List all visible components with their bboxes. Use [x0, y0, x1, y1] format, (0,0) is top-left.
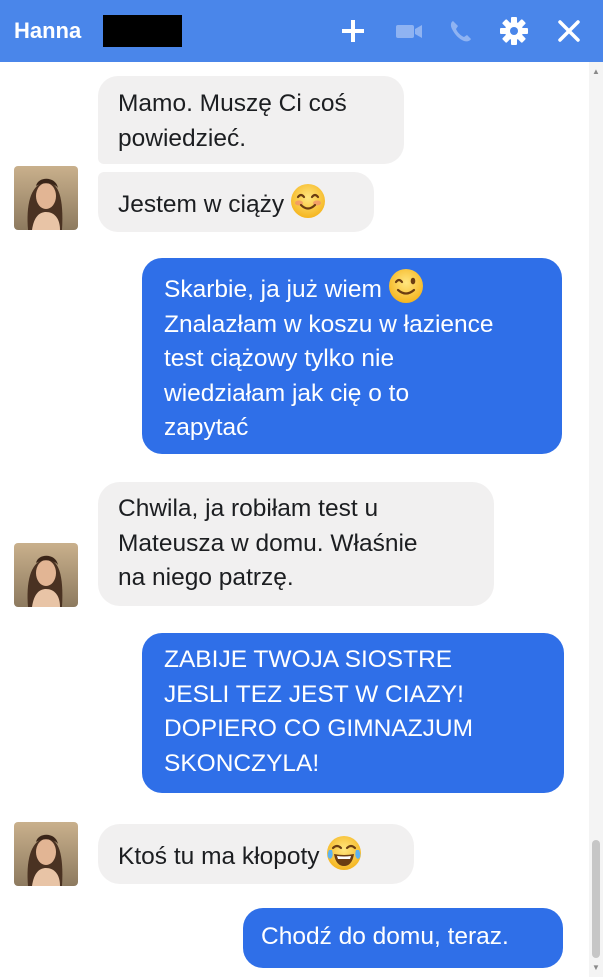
contact-name[interactable]: Hanna — [14, 16, 81, 46]
message-text-line: powiedzieć. — [118, 124, 247, 152]
chat-header: Hanna — [0, 0, 603, 62]
smiling-face-emoji — [291, 184, 326, 218]
avatar[interactable] — [14, 166, 78, 230]
message-text-line: JESLI TEZ JEST W CIAZY! — [164, 680, 464, 708]
avatar[interactable] — [14, 543, 78, 607]
message-bubble[interactable]: Skarbie, ja już wiem Znalazłam w koszu w… — [142, 258, 562, 454]
message-text-line: Chodź do domu, teraz. — [261, 923, 509, 950]
tears-of-joy-emoji — [326, 836, 361, 870]
message-text-line: na niego patrzę. — [118, 564, 294, 591]
message-text: Skarbie, ja już wiem — [164, 276, 382, 303]
message-text-line: test ciążowy tylko nie — [164, 345, 395, 372]
message-text: Ktoś tu ma kłopoty — [118, 843, 320, 870]
close-icon[interactable] — [553, 15, 585, 47]
message-bubble[interactable]: Ktoś tu ma kłopoty — [98, 824, 414, 884]
winking-face-emoji — [388, 269, 423, 303]
message-bubble[interactable]: Chodź do domu, teraz. — [243, 908, 563, 968]
scroll-up-arrow-icon[interactable]: ▲ — [592, 68, 600, 76]
message-text: Jestem w ciąży — [118, 191, 285, 218]
message-text-line: ZABIJE TWOJA SIOSTRE — [164, 646, 453, 673]
message-text-line: Ktoś tu ma kłopoty — [118, 835, 414, 875]
message-text-line: Skarbie, ja już wiem — [164, 268, 562, 308]
message-text-line: Jestem w ciąży — [118, 183, 374, 223]
message-text-line: Mateusza w domu. Właśnie — [118, 529, 418, 557]
contact-photo — [14, 543, 78, 607]
message-bubble[interactable]: Chwila, ja robiłam test u Mateusza w dom… — [98, 482, 494, 606]
scrollbar[interactable]: ▲ ▼ — [589, 62, 603, 977]
message-bubble[interactable]: Jestem w ciąży — [98, 172, 374, 232]
message-text-line: DOPIERO CO GIMNAZJUM — [164, 715, 473, 742]
message-text-line: wiedziałam jak cię o to — [164, 379, 410, 407]
avatar[interactable] — [14, 822, 78, 886]
video-camera-icon[interactable] — [393, 15, 425, 47]
message-bubble[interactable]: ZABIJE TWOJA SIOSTRE JESLI TEZ JEST W CI… — [142, 633, 564, 793]
message-bubble[interactable]: Mamo. Muszę Ci coś powiedzieć. — [98, 76, 404, 164]
message-text-line: zapytać — [164, 414, 249, 441]
gear-icon[interactable] — [498, 15, 530, 47]
contact-photo — [14, 166, 78, 230]
plus-icon[interactable] — [337, 15, 369, 47]
phone-icon[interactable] — [445, 15, 477, 47]
scroll-down-arrow-icon[interactable]: ▼ — [592, 964, 600, 972]
message-text-line: Chwila, ja robiłam test u — [118, 495, 379, 522]
message-text-line: SKONCZYLA! — [164, 749, 320, 777]
message-text-line: Mamo. Muszę Ci coś — [118, 90, 347, 117]
contact-photo — [14, 822, 78, 886]
redacted-surname — [103, 15, 182, 47]
scroll-thumb[interactable] — [592, 840, 600, 958]
message-text-line: Znalazłam w koszu w łazience — [164, 310, 494, 338]
